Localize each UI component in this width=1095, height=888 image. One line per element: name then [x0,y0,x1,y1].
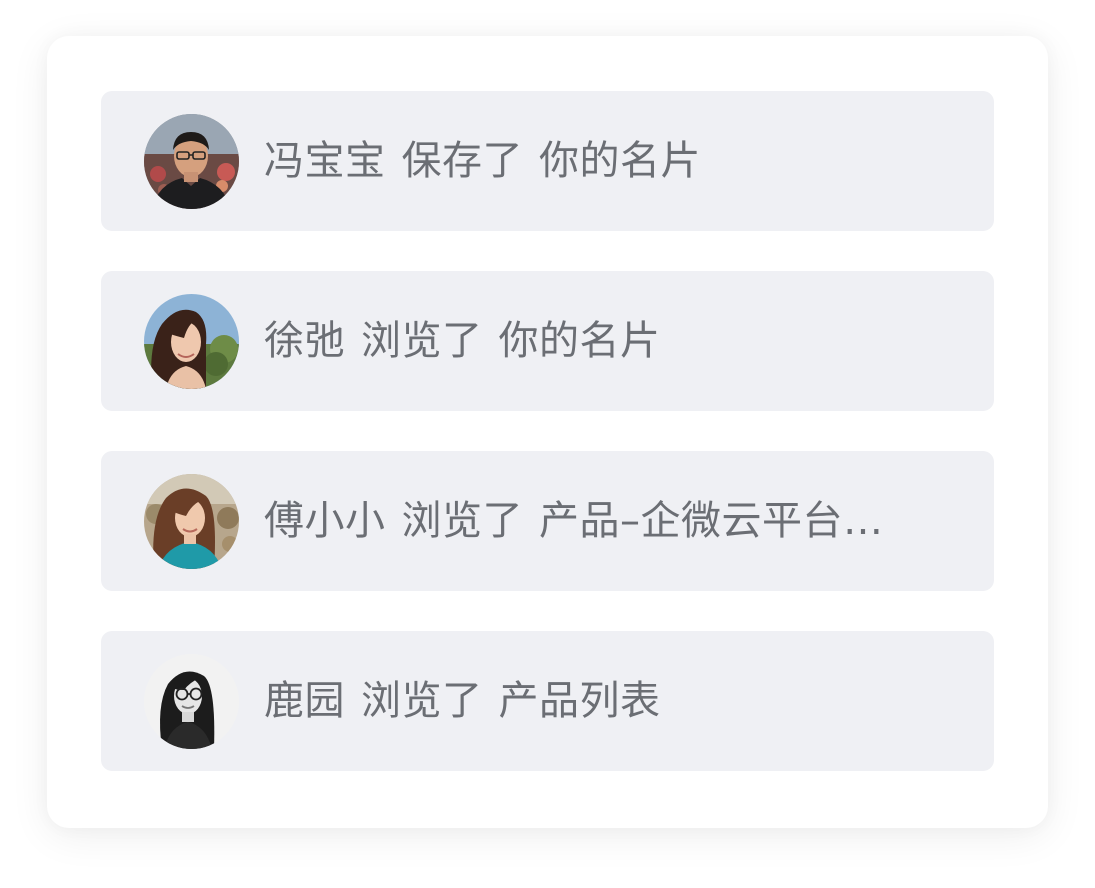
man-glasses-portrait-icon [144,114,239,209]
target-label: 你的名片 [498,318,661,364]
target-label: 产品列表 [498,678,661,724]
woman-long-hair-portrait-icon [144,294,239,389]
action-label: 保存了 [401,138,523,184]
page: 冯宝宝 保存了 你的名片 徐弛 浏览了 你的名片 傅小小 浏览了 产品–企微云平… [0,0,1095,888]
action-label: 浏览了 [361,678,483,724]
activity-item[interactable]: 冯宝宝 保存了 你的名片 [101,91,994,231]
user-name: 鹿园 [264,678,345,724]
woman-teal-top-portrait-icon [144,474,239,569]
avatar[interactable] [144,474,239,569]
activity-text: 冯宝宝 保存了 你的名片 [264,91,701,231]
activity-text: 傅小小 浏览了 产品–企微云平台… [264,451,884,591]
avatar[interactable] [144,114,239,209]
woman-glasses-bw-portrait-icon [144,654,239,749]
target-label: 产品–企微云平台… [539,498,884,544]
user-name: 傅小小 [264,498,386,544]
activity-item[interactable]: 徐弛 浏览了 你的名片 [101,271,994,411]
activity-text: 鹿园 浏览了 产品列表 [264,631,661,771]
avatar[interactable] [144,294,239,389]
activity-item[interactable]: 傅小小 浏览了 产品–企微云平台… [101,451,994,591]
user-name: 徐弛 [264,318,345,364]
action-label: 浏览了 [401,498,523,544]
activity-item[interactable]: 鹿园 浏览了 产品列表 [101,631,994,771]
action-label: 浏览了 [361,318,483,364]
avatar[interactable] [144,654,239,749]
activity-text: 徐弛 浏览了 你的名片 [264,271,661,411]
activity-card: 冯宝宝 保存了 你的名片 徐弛 浏览了 你的名片 傅小小 浏览了 产品–企微云平… [47,36,1048,828]
user-name: 冯宝宝 [264,138,386,184]
target-label: 你的名片 [539,138,701,184]
